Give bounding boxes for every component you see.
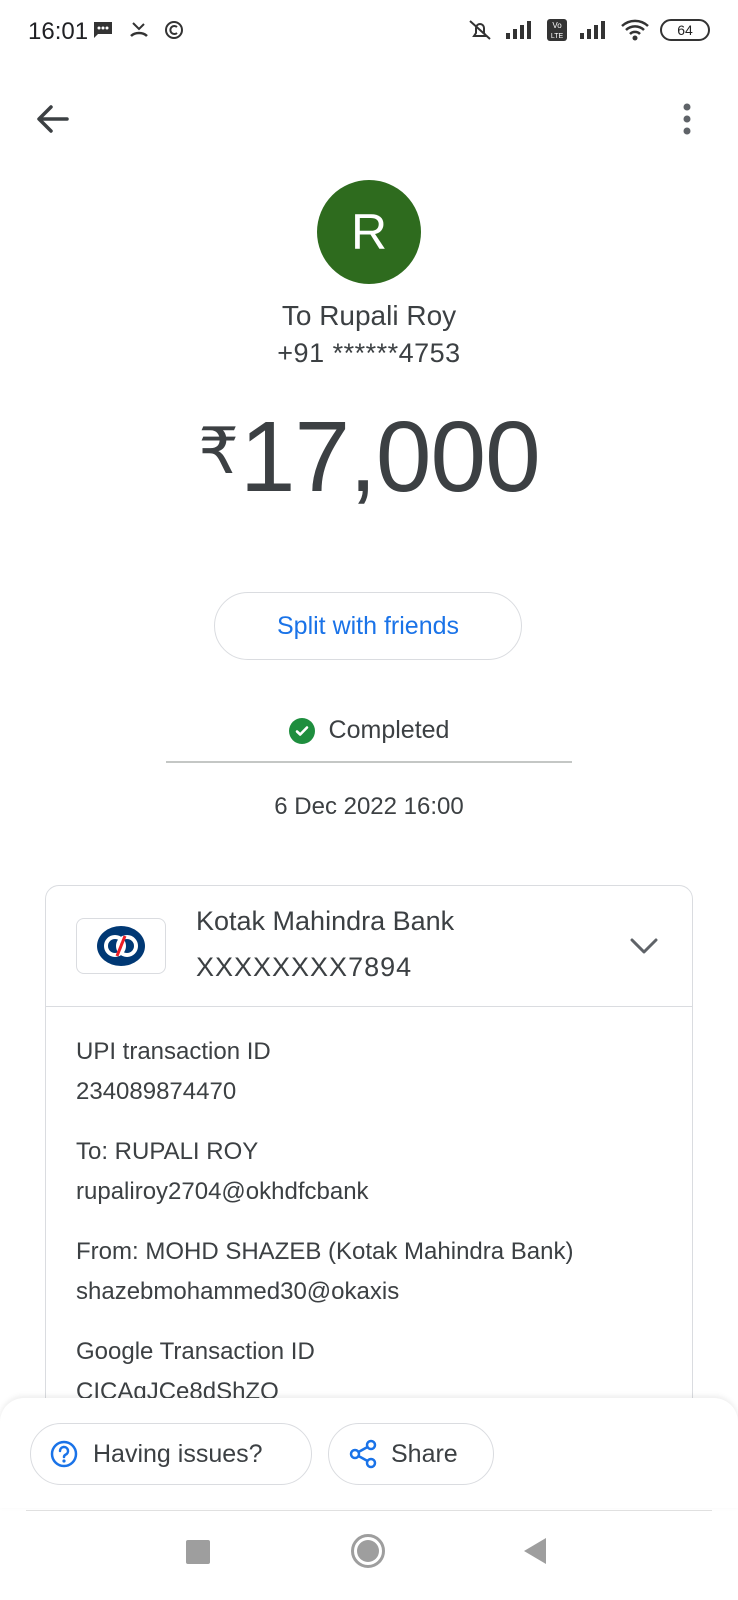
- home-icon: [357, 1540, 379, 1562]
- recipient-name: To Rupali Roy: [281, 300, 457, 331]
- avatar: R: [317, 180, 421, 284]
- detail-label: UPI transaction ID: [76, 1038, 271, 1065]
- system-nav-bar: [0, 1512, 738, 1600]
- detail-label: From: MOHD SHAZEB (Kotak Mahindra Bank): [76, 1238, 574, 1265]
- recipient-phone: +91 ******4753: [277, 338, 461, 368]
- detail-upi-id: UPI transaction ID 234089874470: [76, 1035, 662, 1109]
- detail-value: shazebmohammed30@okaxis: [76, 1278, 400, 1305]
- bottom-action-sheet: Having issues? Share: [0, 1398, 738, 1508]
- status-time: 16:01: [28, 18, 89, 45]
- more-options-button[interactable]: [672, 96, 702, 142]
- more-vert-icon: [683, 103, 691, 135]
- detail-value: 234089874470: [76, 1078, 237, 1105]
- bank-account-number: XXXXXXXX7894: [196, 952, 413, 982]
- detail-to: To: RUPALI ROY rupaliroy2704@okhdfcbank: [76, 1135, 662, 1209]
- status-left-icons: [92, 20, 184, 40]
- missed-call-icon: [130, 22, 148, 37]
- split-with-friends-button[interactable]: Split with friends: [214, 592, 522, 660]
- app-c-icon: [165, 21, 183, 39]
- bank-logo: [76, 918, 166, 974]
- having-issues-label: Having issues?: [93, 1439, 263, 1468]
- transaction-details: UPI transaction ID 234089874470 To: RUPA…: [46, 1007, 692, 1409]
- currency-symbol: ₹: [198, 415, 239, 487]
- status-text: Completed: [328, 716, 450, 744]
- share-label: Share: [391, 1439, 458, 1468]
- volte-icon: Vo LTE: [547, 19, 567, 41]
- transaction-status: Completed: [0, 716, 738, 745]
- detail-value: rupaliroy2704@okhdfcbank: [76, 1178, 369, 1205]
- message-icon: [94, 22, 112, 38]
- detail-from: From: MOHD SHAZEB (Kotak Mahindra Bank) …: [76, 1235, 662, 1309]
- status-bar: 16:01 Vo LTE 64: [0, 0, 738, 66]
- bank-details-card: Kotak Mahindra Bank XXXXXXXX7894 UPI tra…: [45, 885, 693, 1445]
- help-circle-icon: [50, 1440, 78, 1468]
- check-circle-icon: [288, 717, 315, 744]
- status-right: Vo LTE 64: [466, 18, 710, 42]
- amount: ₹17,000: [0, 400, 738, 515]
- back-button[interactable]: [30, 96, 76, 142]
- divider: [26, 1510, 712, 1511]
- amount-value: 17,000: [239, 401, 541, 513]
- having-issues-button[interactable]: Having issues?: [30, 1423, 312, 1485]
- detail-label: Google Transaction ID: [76, 1338, 315, 1365]
- bank-header[interactable]: Kotak Mahindra Bank XXXXXXXX7894: [46, 886, 692, 1007]
- system-back-button[interactable]: [524, 1538, 546, 1564]
- bank-name: Kotak Mahindra Bank: [196, 906, 455, 936]
- share-button[interactable]: Share: [328, 1423, 494, 1485]
- home-button[interactable]: [351, 1534, 385, 1568]
- divider: [166, 761, 572, 763]
- battery-indicator: 64: [660, 19, 710, 41]
- recents-button[interactable]: [186, 1540, 210, 1564]
- svg-text:Vo: Vo: [552, 21, 562, 30]
- signal-icon: [506, 21, 531, 39]
- chevron-down-icon[interactable]: [626, 928, 662, 964]
- detail-label: To: RUPALI ROY: [76, 1138, 259, 1165]
- transaction-date: 6 Dec 2022 16:00: [274, 793, 464, 820]
- kotak-logo-icon: [97, 926, 145, 966]
- svg-text:LTE: LTE: [551, 33, 564, 40]
- signal-2-icon: [580, 21, 605, 39]
- wifi-icon: [621, 19, 649, 41]
- mute-icon: [469, 20, 491, 40]
- back-arrow-icon: [37, 105, 69, 133]
- share-icon: [349, 1439, 377, 1469]
